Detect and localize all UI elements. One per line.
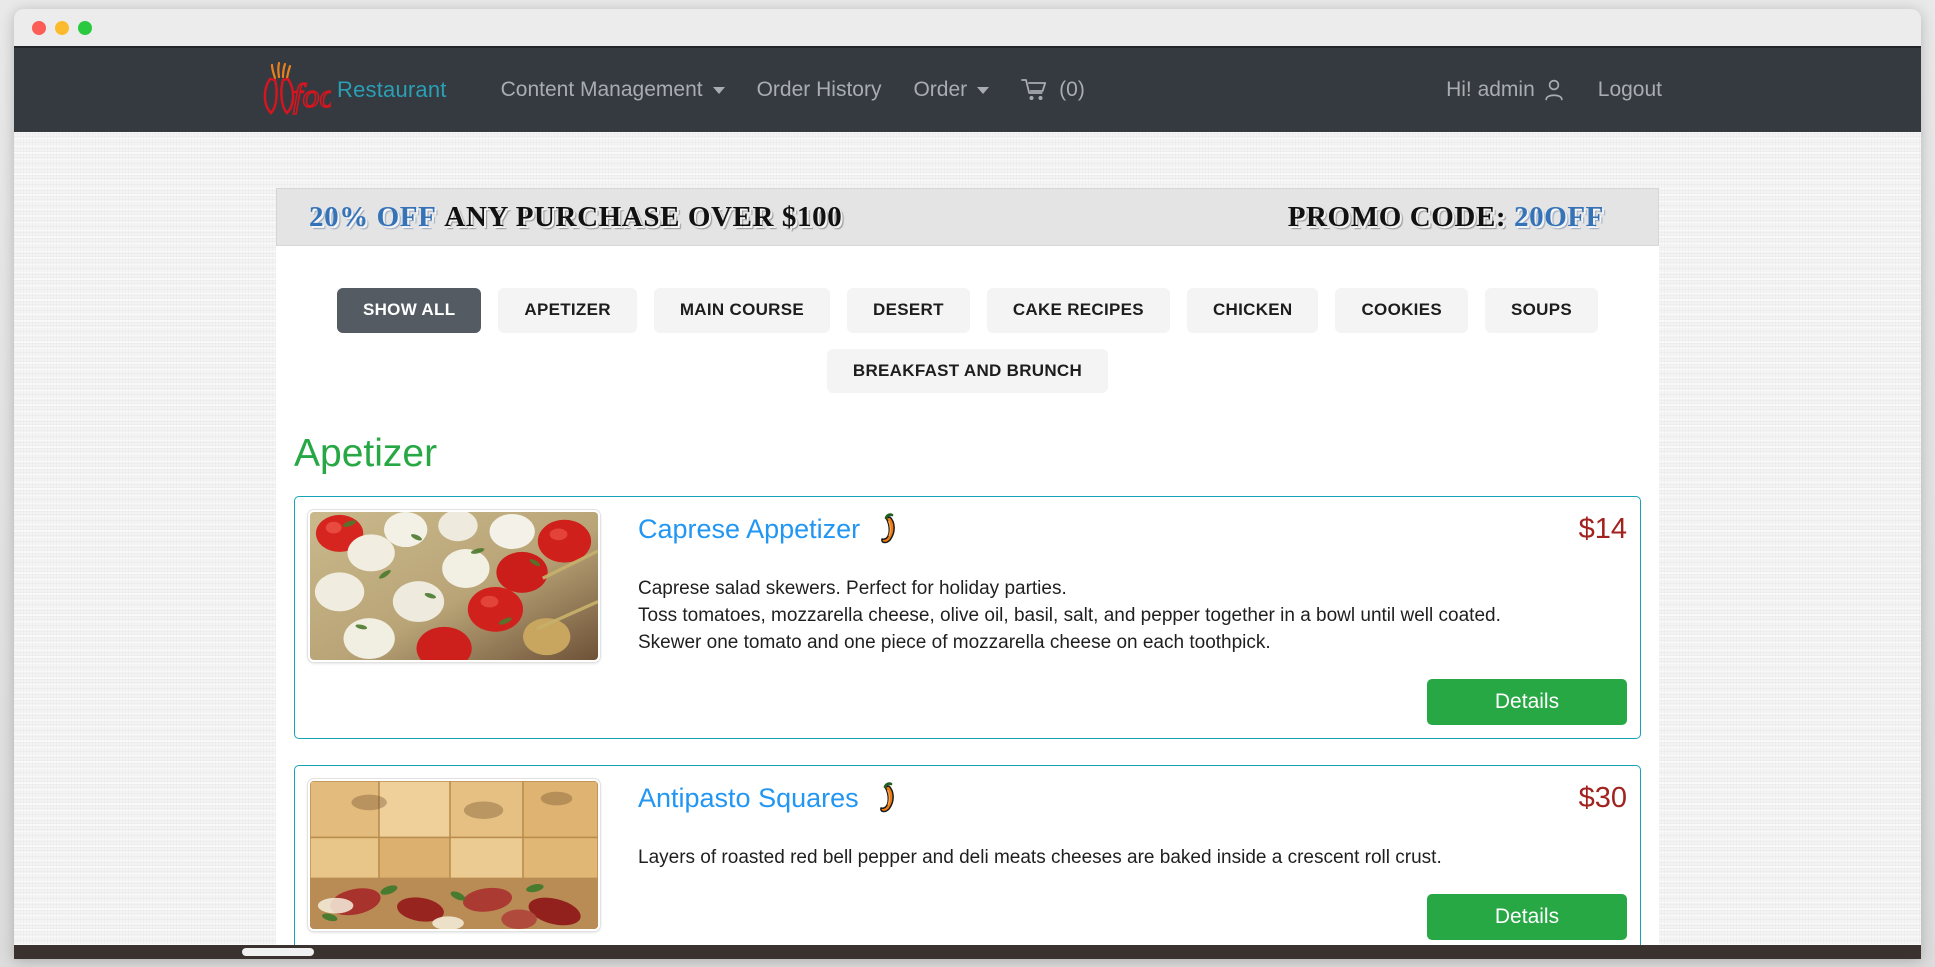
svg-text:foods: foods	[293, 78, 331, 115]
nav-label-order-history: Order History	[756, 78, 882, 101]
foods-logo-icon: foods	[257, 61, 331, 119]
maximize-window-button[interactable]	[78, 20, 92, 35]
filter-button-chicken[interactable]: CHICKEN	[1186, 288, 1319, 333]
details-button[interactable]: Details	[1427, 679, 1627, 726]
page-viewport: foods Restaurant Content Management Orde…	[14, 46, 1921, 959]
nav-item-content-management[interactable]: Content Management	[485, 78, 741, 102]
cart-button[interactable]: (0)	[1005, 78, 1101, 102]
logout-link[interactable]: Logout	[1582, 78, 1678, 102]
promo-main-text: ANY PURCHASE OVER $100	[444, 200, 843, 233]
description-line: Toss tomatoes, mozzarella cheese, olive …	[638, 605, 1501, 627]
food-item-header: Antipasto Squares $30	[638, 781, 1627, 817]
navbar-right-group: Hi! admin Logout	[1428, 78, 1921, 102]
minimize-window-button[interactable]	[55, 20, 69, 35]
description-line: Caprese salad skewers. Perfect for holid…	[638, 578, 1067, 600]
brand-link[interactable]: foods Restaurant	[257, 61, 469, 119]
promo-discount-highlight: 20% OFF	[309, 200, 437, 233]
promo-banner: 20% OFF ANY PURCHASE OVER $100 PROMO COD…	[276, 188, 1659, 246]
promo-code-value[interactable]: 20OFF	[1514, 201, 1604, 233]
browser-window: foods Restaurant Content Management Orde…	[14, 9, 1921, 959]
main-panel: SHOW ALL APETIZER MAIN COURSE DESERT CAK…	[276, 246, 1659, 955]
content-container: 20% OFF ANY PURCHASE OVER $100 PROMO COD…	[276, 188, 1659, 955]
food-item-price: $14	[1578, 513, 1627, 546]
filter-button-main-course[interactable]: MAIN COURSE	[653, 288, 831, 333]
user-greeting-label: Hi! admin	[1446, 78, 1535, 101]
nav-item-order[interactable]: Order	[897, 78, 1005, 102]
main-navbar: foods Restaurant Content Management Orde…	[14, 46, 1921, 132]
nav-label-order: Order	[913, 78, 968, 101]
food-item-title[interactable]: Antipasto Squares	[638, 783, 859, 814]
food-item-card: Antipasto Squares $30 Layers of roasted …	[294, 765, 1641, 955]
user-menu[interactable]: Hi! admin	[1428, 78, 1582, 102]
food-item-body: Antipasto Squares $30 Layers of roasted …	[638, 779, 1627, 941]
food-item-title[interactable]: Caprese Appetizer	[638, 514, 860, 545]
navbar-left-group: foods Restaurant Content Management Orde…	[14, 61, 1101, 119]
food-item-body: Caprese Appetizer $14 Caprese salad skew…	[638, 510, 1627, 726]
filter-button-apetizer[interactable]: APETIZER	[498, 288, 637, 333]
filter-button-cake-recipes[interactable]: CAKE RECIPES	[986, 288, 1170, 333]
category-heading: Apetizer	[294, 432, 438, 476]
food-item-price: $30	[1578, 782, 1627, 815]
filter-button-breakfast-and-brunch[interactable]: BREAKFAST AND BRUNCH	[826, 348, 1109, 394]
food-item-card: Caprese Appetizer $14 Caprese salad skew…	[294, 496, 1641, 740]
filter-button-soups[interactable]: SOUPS	[1485, 288, 1599, 333]
description-line: Layers of roasted red bell pepper and de…	[638, 847, 1442, 869]
shopping-cart-icon	[1021, 78, 1047, 102]
window-titlebar	[14, 9, 1921, 46]
food-item-image[interactable]	[308, 510, 600, 663]
promo-text: 20% OFF ANY PURCHASE OVER $100	[309, 201, 842, 234]
horizontal-scrollbar-thumb[interactable]	[242, 948, 314, 956]
food-item-description: Caprese salad skewers. Perfect for holid…	[638, 576, 1627, 657]
page-background: 20% OFF ANY PURCHASE OVER $100 PROMO COD…	[14, 132, 1921, 959]
promo-code-block: PROMO CODE: 20OFF	[1288, 201, 1604, 234]
food-item-image[interactable]	[308, 779, 600, 932]
description-line: Skewer one tomato and one piece of mozza…	[638, 632, 1271, 654]
close-window-button[interactable]	[32, 20, 46, 35]
food-item-header: Caprese Appetizer $14	[638, 512, 1627, 548]
category-filter-bar: SHOW ALL APETIZER MAIN COURSE DESERT CAK…	[276, 272, 1659, 394]
nav-label-content-management: Content Management	[500, 78, 703, 101]
horizontal-scrollbar[interactable]	[14, 945, 1921, 959]
brand-subtitle: Restaurant	[337, 77, 447, 102]
promo-code-label: PROMO CODE:	[1287, 200, 1507, 233]
chevron-down-icon	[712, 86, 725, 94]
food-item-description: Layers of roasted red bell pepper and de…	[638, 845, 1627, 872]
navbar-links: Content Management Order History Order (…	[485, 78, 1101, 102]
details-button[interactable]: Details	[1427, 894, 1627, 941]
food-item-list: Caprese Appetizer $14 Caprese salad skew…	[276, 478, 1659, 955]
food-item-actions: Details	[638, 894, 1627, 941]
food-item-actions: Details	[638, 679, 1627, 726]
filter-button-show-all[interactable]: SHOW ALL	[336, 288, 482, 333]
user-icon	[1544, 79, 1564, 101]
nav-item-order-history[interactable]: Order History	[741, 78, 898, 102]
cart-count-label: (0)	[1059, 78, 1085, 101]
chili-pepper-icon	[876, 512, 902, 546]
chili-pepper-icon	[875, 781, 901, 815]
chevron-down-icon	[977, 86, 990, 94]
filter-button-desert[interactable]: DESERT	[847, 288, 970, 333]
filter-button-cookies[interactable]: COOKIES	[1335, 288, 1468, 333]
